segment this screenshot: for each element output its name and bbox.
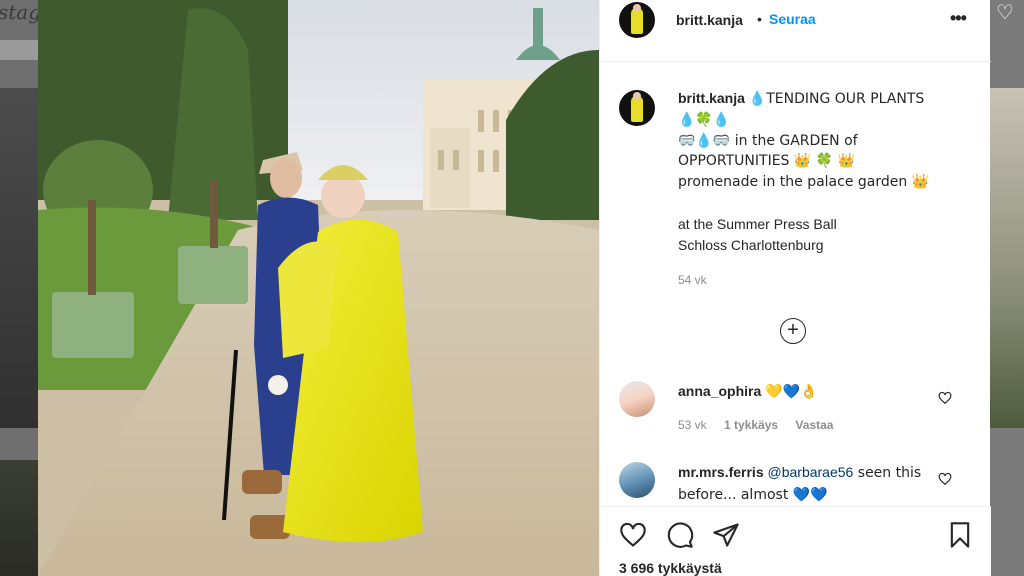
background-post-image <box>0 460 38 576</box>
comment-text: mr.mrs.ferris @barbarae56 seen this befo… <box>678 462 928 506</box>
commenter-avatar[interactable] <box>619 462 655 498</box>
heart-icon: ♡ <box>996 2 1014 24</box>
follow-button[interactable]: Seuraa <box>769 11 816 27</box>
caption-line <box>678 193 973 214</box>
background-strip <box>0 40 38 60</box>
commenter-avatar[interactable] <box>619 381 655 417</box>
post-header: britt.kanja • Seuraa ••• <box>600 0 991 62</box>
post-side-panel: britt.kanja • Seuraa ••• britt.kanja 💧TE… <box>599 0 991 576</box>
author-avatar[interactable] <box>619 2 655 38</box>
background-feed-right: ♡ <box>990 0 1024 576</box>
author-username[interactable]: britt.kanja <box>676 12 743 28</box>
background-feed-left: stagr <box>0 0 38 576</box>
comment-text: anna_ophira 💛💙👌 <box>678 381 928 403</box>
comment-like-heart-icon[interactable] <box>938 472 952 486</box>
post-photo[interactable] <box>38 0 599 576</box>
caption-line: 🥽💧🥽 in the GARDEN of <box>678 132 858 149</box>
caption-line: OPPORTUNITIES 👑 🍀 👑 <box>678 153 856 170</box>
comment-likes[interactable]: 1 tykkäys <box>724 418 778 432</box>
comment-mention[interactable]: @barbarae56 <box>768 464 854 480</box>
commenter-username[interactable]: mr.mrs.ferris <box>678 464 764 480</box>
caption-text: britt.kanja 💧TENDING OUR PLANTS 💧🍀💧 🥽💧🥽 … <box>678 88 973 255</box>
more-options-icon[interactable]: ••• <box>950 8 967 29</box>
comment-timestamp[interactable]: 53 vk <box>678 418 707 432</box>
bookmark-icon[interactable] <box>946 521 974 549</box>
like-heart-icon[interactable] <box>619 521 647 549</box>
caption-author-avatar[interactable] <box>619 90 655 126</box>
caption-line: 💧🍀💧 <box>678 111 731 128</box>
caption-line: Schloss Charlottenburg <box>678 236 824 253</box>
background-post-image <box>0 88 38 428</box>
caption-timestamp[interactable]: 54 vk <box>678 273 707 287</box>
caption-line: 💧TENDING OUR PLANTS <box>748 91 925 107</box>
caption-username[interactable]: britt.kanja <box>678 90 745 106</box>
comment-meta: 53 vk 1 tykkäys Vastaa <box>678 418 847 432</box>
comment-body: 💛💙👌 <box>765 384 818 400</box>
comment-bubble-icon[interactable] <box>666 521 694 549</box>
load-more-comments-icon[interactable]: + <box>780 318 806 344</box>
caption-line: promenade in the palace garden 👑 <box>678 174 930 191</box>
comment-like-heart-icon[interactable] <box>938 391 952 405</box>
caption-line: at the Summer Press Ball <box>678 215 837 232</box>
post-actions-bar: 3 696 tykkäystä <box>600 506 991 576</box>
share-paper-plane-icon[interactable] <box>712 521 740 549</box>
commenter-username[interactable]: anna_ophira <box>678 383 761 399</box>
likes-count[interactable]: 3 696 tykkäystä <box>619 560 722 576</box>
instagram-logo-fragment: stagr <box>0 0 38 24</box>
photo-illustration <box>38 0 599 576</box>
background-post-image <box>990 88 1024 428</box>
separator-dot: • <box>757 11 762 27</box>
reply-button[interactable]: Vastaa <box>795 418 833 432</box>
